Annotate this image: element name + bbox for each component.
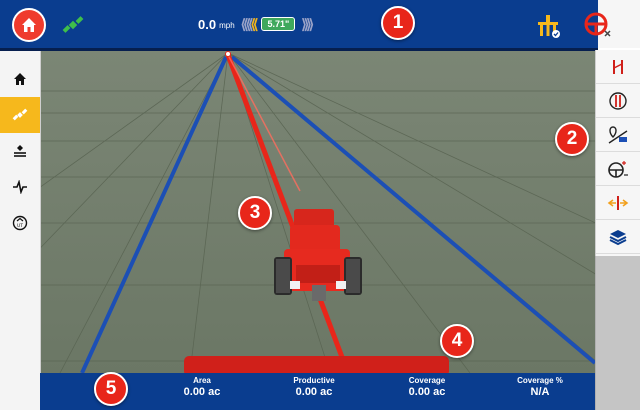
productive-value: 0.00 ac [295, 386, 333, 398]
nav-home[interactable] [0, 61, 40, 97]
field-layers-icon [14, 145, 26, 157]
coverage-percent-value: N/A [530, 386, 550, 398]
speed-value: 0.0 [198, 16, 217, 32]
coverage-label: Coverage [408, 376, 446, 385]
callout-marker-2: 2 [555, 122, 589, 156]
implement-swath-bar [184, 356, 449, 376]
mark-point-button[interactable] [596, 118, 640, 152]
status-bar: 0.0 mph ⟨⟨⟨⟨ ⟨⟨ 5.71" ⟩⟩⟩⟩ [0, 0, 598, 51]
nav-guidance[interactable] [0, 97, 40, 133]
guidance-tool-panel [595, 50, 640, 256]
home-icon [14, 73, 26, 85]
main-navigation: UT [0, 51, 41, 410]
lightbar-active-chevrons: ⟨⟨ [250, 15, 259, 32]
layers-icon [609, 229, 627, 245]
nudge-button[interactable] [596, 186, 640, 220]
vanishing-point-marker [225, 51, 231, 57]
coverage-stat: Coverage 0.00 ac [387, 376, 467, 398]
steering-sensitivity-button[interactable] [596, 152, 640, 186]
nav-diagnostics[interactable] [0, 169, 40, 205]
guidance-icon [12, 108, 28, 121]
layers-button[interactable] [596, 220, 640, 254]
coverage-value: 0.00 ac [408, 386, 446, 398]
productive-label: Productive [293, 376, 335, 385]
nav-isobus-ut[interactable]: UT [0, 205, 40, 241]
speed-lightbar: 0.0 mph ⟨⟨⟨⟨ ⟨⟨ 5.71" ⟩⟩⟩⟩ [198, 14, 314, 34]
offset-badge: 5.71" [261, 17, 296, 31]
diagnostics-icon [13, 180, 27, 194]
shift-line-icon [609, 91, 627, 110]
lightbar-right-chevrons: ⟩⟩⟩⟩ [301, 15, 314, 32]
home-icon [22, 18, 36, 32]
callout-marker-4: 4 [440, 324, 474, 358]
field-view-graphic [0, 51, 640, 376]
callout-marker-3: 3 [238, 196, 272, 230]
callout-marker-1: 1 [381, 6, 415, 40]
nudge-icon [607, 195, 629, 210]
lightbar-left-chevrons: ⟨⟨⟨⟨ [240, 15, 254, 32]
coverage-percent-label: Coverage % [517, 376, 563, 385]
nav-field-layers[interactable] [0, 133, 40, 169]
speed-unit: mph [219, 20, 235, 30]
steering-status-area [584, 0, 640, 48]
implement-status-icon[interactable] [535, 13, 561, 39]
guidance-screen: 0.0 mph ⟨⟨⟨⟨ ⟨⟨ 5.71" ⟩⟩⟩⟩ UT Area 0.00 … [0, 0, 640, 410]
mark-point-icon [608, 125, 628, 144]
isobus-ut-icon: UT [12, 215, 28, 231]
coverage-percent-stat: Coverage % N/A [500, 376, 580, 398]
productive-stat: Productive 0.00 ac [274, 376, 354, 398]
guidance-lines-icon [613, 59, 623, 74]
svg-text:UT: UT [17, 223, 23, 229]
shift-line-button[interactable] [596, 84, 640, 118]
steering-wheel-disabled-icon[interactable] [583, 12, 613, 38]
satellite-icon[interactable] [62, 14, 84, 36]
area-value: 0.00 ac [183, 386, 221, 398]
right-panel-blank [595, 256, 640, 410]
area-stat: Area 0.00 ac [162, 376, 242, 398]
home-button[interactable] [12, 8, 46, 42]
area-label: Area [193, 376, 211, 385]
map-3d-view[interactable] [0, 51, 640, 376]
guidance-lines-button[interactable] [596, 50, 640, 84]
callout-marker-5: 5 [94, 372, 128, 406]
steering-sensitivity-icon [608, 160, 628, 178]
